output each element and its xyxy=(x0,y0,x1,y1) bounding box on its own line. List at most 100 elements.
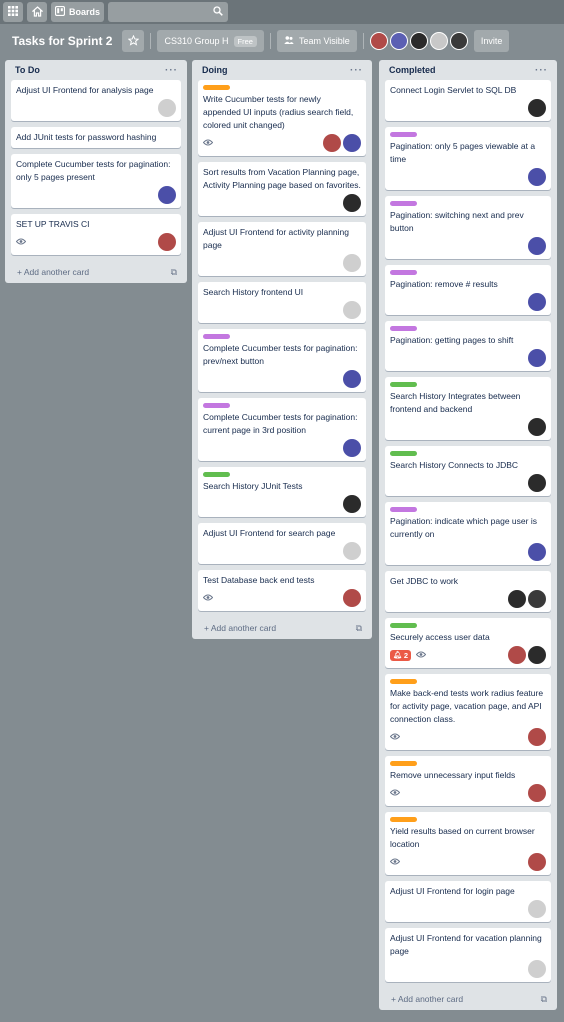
card-label[interactable] xyxy=(203,334,230,339)
member-avatar[interactable] xyxy=(369,32,388,50)
member-avatar[interactable] xyxy=(343,589,361,607)
invite-button[interactable]: Invite xyxy=(473,30,510,52)
member-avatar[interactable] xyxy=(528,728,546,746)
card[interactable]: Sort results from Vacation Planning page… xyxy=(198,162,366,216)
card[interactable]: Complete Cucumber tests for pagination: … xyxy=(11,154,181,208)
card-label[interactable] xyxy=(390,761,417,766)
card[interactable]: Test Database back end tests xyxy=(198,570,366,611)
card[interactable]: Pagination: switching next and prev butt… xyxy=(385,196,551,259)
member-avatar[interactable] xyxy=(409,32,428,50)
card-label[interactable] xyxy=(390,679,417,684)
card[interactable]: Pagination: indicate which page user is … xyxy=(385,502,551,565)
apps-button[interactable] xyxy=(3,2,23,22)
member-avatar[interactable] xyxy=(343,254,361,272)
list-title[interactable]: Doing xyxy=(202,65,228,75)
member-avatar[interactable] xyxy=(528,349,546,367)
card[interactable]: Securely access user data 🔔︎ 2 xyxy=(385,618,551,668)
list-menu-icon[interactable]: ··· xyxy=(165,65,178,76)
card[interactable]: Pagination: getting pages to shift xyxy=(385,321,551,371)
card-label[interactable] xyxy=(390,382,417,387)
card-label[interactable] xyxy=(390,507,417,512)
card-label[interactable] xyxy=(390,270,417,275)
member-avatar[interactable] xyxy=(528,543,546,561)
member-avatar[interactable] xyxy=(528,293,546,311)
card-label[interactable] xyxy=(390,201,417,206)
card-label[interactable] xyxy=(390,451,417,456)
member-avatar[interactable] xyxy=(323,134,341,152)
member-avatar[interactable] xyxy=(528,960,546,978)
add-card-button[interactable]: + Add another card ⧉ xyxy=(198,617,366,639)
member-avatar[interactable] xyxy=(528,590,546,608)
card[interactable]: Yield results based on current browser l… xyxy=(385,812,551,875)
member-avatar[interactable] xyxy=(343,370,361,388)
card[interactable]: Adjust UI Frontend for vacation planning… xyxy=(385,928,551,982)
card[interactable]: Add JUnit tests for password hashing xyxy=(11,127,181,148)
member-avatar[interactable] xyxy=(158,99,176,117)
member-avatar[interactable] xyxy=(508,646,526,664)
member-avatar[interactable] xyxy=(528,237,546,255)
member-avatar[interactable] xyxy=(508,590,526,608)
card[interactable]: Search History frontend UI xyxy=(198,282,366,323)
card-label[interactable] xyxy=(390,132,417,137)
card[interactable]: Complete Cucumber tests for pagination: … xyxy=(198,329,366,392)
card[interactable]: Adjust UI Frontend for login page xyxy=(385,881,551,922)
home-button[interactable] xyxy=(27,2,47,22)
card[interactable]: Search History Connects to JDBC xyxy=(385,446,551,496)
member-avatar[interactable] xyxy=(429,32,448,50)
member-avatar[interactable] xyxy=(528,99,546,117)
card-label[interactable] xyxy=(390,326,417,331)
search-input[interactable] xyxy=(108,2,229,22)
visibility-button[interactable]: Team Visible xyxy=(276,30,357,52)
card-members xyxy=(508,646,546,664)
card[interactable]: Pagination: remove # results xyxy=(385,265,551,315)
member-avatar[interactable] xyxy=(158,186,176,204)
card[interactable]: Pagination: only 5 pages viewable at a t… xyxy=(385,127,551,190)
card[interactable]: Complete Cucumber tests for pagination: … xyxy=(198,398,366,461)
team-button[interactable]: CS310 Group H Free xyxy=(157,30,264,52)
member-avatar[interactable] xyxy=(389,32,408,50)
list-menu-icon[interactable]: ··· xyxy=(350,65,363,76)
member-avatar[interactable] xyxy=(528,784,546,802)
card[interactable]: Make back-end tests work radius feature … xyxy=(385,674,551,750)
card-template-icon[interactable]: ⧉ xyxy=(541,994,547,1005)
card-label[interactable] xyxy=(203,403,230,408)
card-label[interactable] xyxy=(390,623,417,628)
member-avatar[interactable] xyxy=(449,32,468,50)
member-avatar[interactable] xyxy=(158,233,176,251)
card-label[interactable] xyxy=(203,85,230,90)
card[interactable]: Adjust UI Frontend for activity planning… xyxy=(198,222,366,276)
list-menu-icon[interactable]: ··· xyxy=(535,65,548,76)
member-avatar[interactable] xyxy=(343,495,361,513)
card[interactable]: Search History Integrates between fronte… xyxy=(385,377,551,440)
card[interactable]: SET UP TRAVIS CI xyxy=(11,214,181,255)
member-avatar[interactable] xyxy=(528,474,546,492)
member-avatar[interactable] xyxy=(528,418,546,436)
board-title[interactable]: Tasks for Sprint 2 xyxy=(12,34,112,48)
star-button[interactable] xyxy=(122,30,145,52)
member-avatar[interactable] xyxy=(528,168,546,186)
card-label[interactable] xyxy=(390,817,417,822)
card-template-icon[interactable]: ⧉ xyxy=(356,623,362,634)
card[interactable]: Connect Login Servlet to SQL DB xyxy=(385,80,551,121)
member-avatar[interactable] xyxy=(343,134,361,152)
card[interactable]: Adjust UI Frontend for search page xyxy=(198,523,366,564)
boards-button[interactable]: Boards xyxy=(51,2,105,22)
member-avatar[interactable] xyxy=(343,439,361,457)
member-avatar[interactable] xyxy=(528,646,546,664)
member-avatar[interactable] xyxy=(528,853,546,871)
card[interactable]: Write Cucumber tests for newly appended … xyxy=(198,80,366,156)
add-card-button[interactable]: + Add another card ⧉ xyxy=(11,261,181,283)
add-card-button[interactable]: + Add another card ⧉ xyxy=(385,988,551,1010)
list-title[interactable]: To Do xyxy=(15,65,40,75)
list-title[interactable]: Completed xyxy=(389,65,436,75)
member-avatar[interactable] xyxy=(343,194,361,212)
card[interactable]: Remove unnecessary input fields xyxy=(385,756,551,806)
card[interactable]: Get JDBC to work xyxy=(385,571,551,612)
member-avatar[interactable] xyxy=(528,900,546,918)
card-template-icon[interactable]: ⧉ xyxy=(171,267,177,278)
card[interactable]: Search History JUnit Tests xyxy=(198,467,366,517)
member-avatar[interactable] xyxy=(343,542,361,560)
card[interactable]: Adjust UI Frontend for analysis page xyxy=(11,80,181,121)
card-label[interactable] xyxy=(203,472,230,477)
member-avatar[interactable] xyxy=(343,301,361,319)
